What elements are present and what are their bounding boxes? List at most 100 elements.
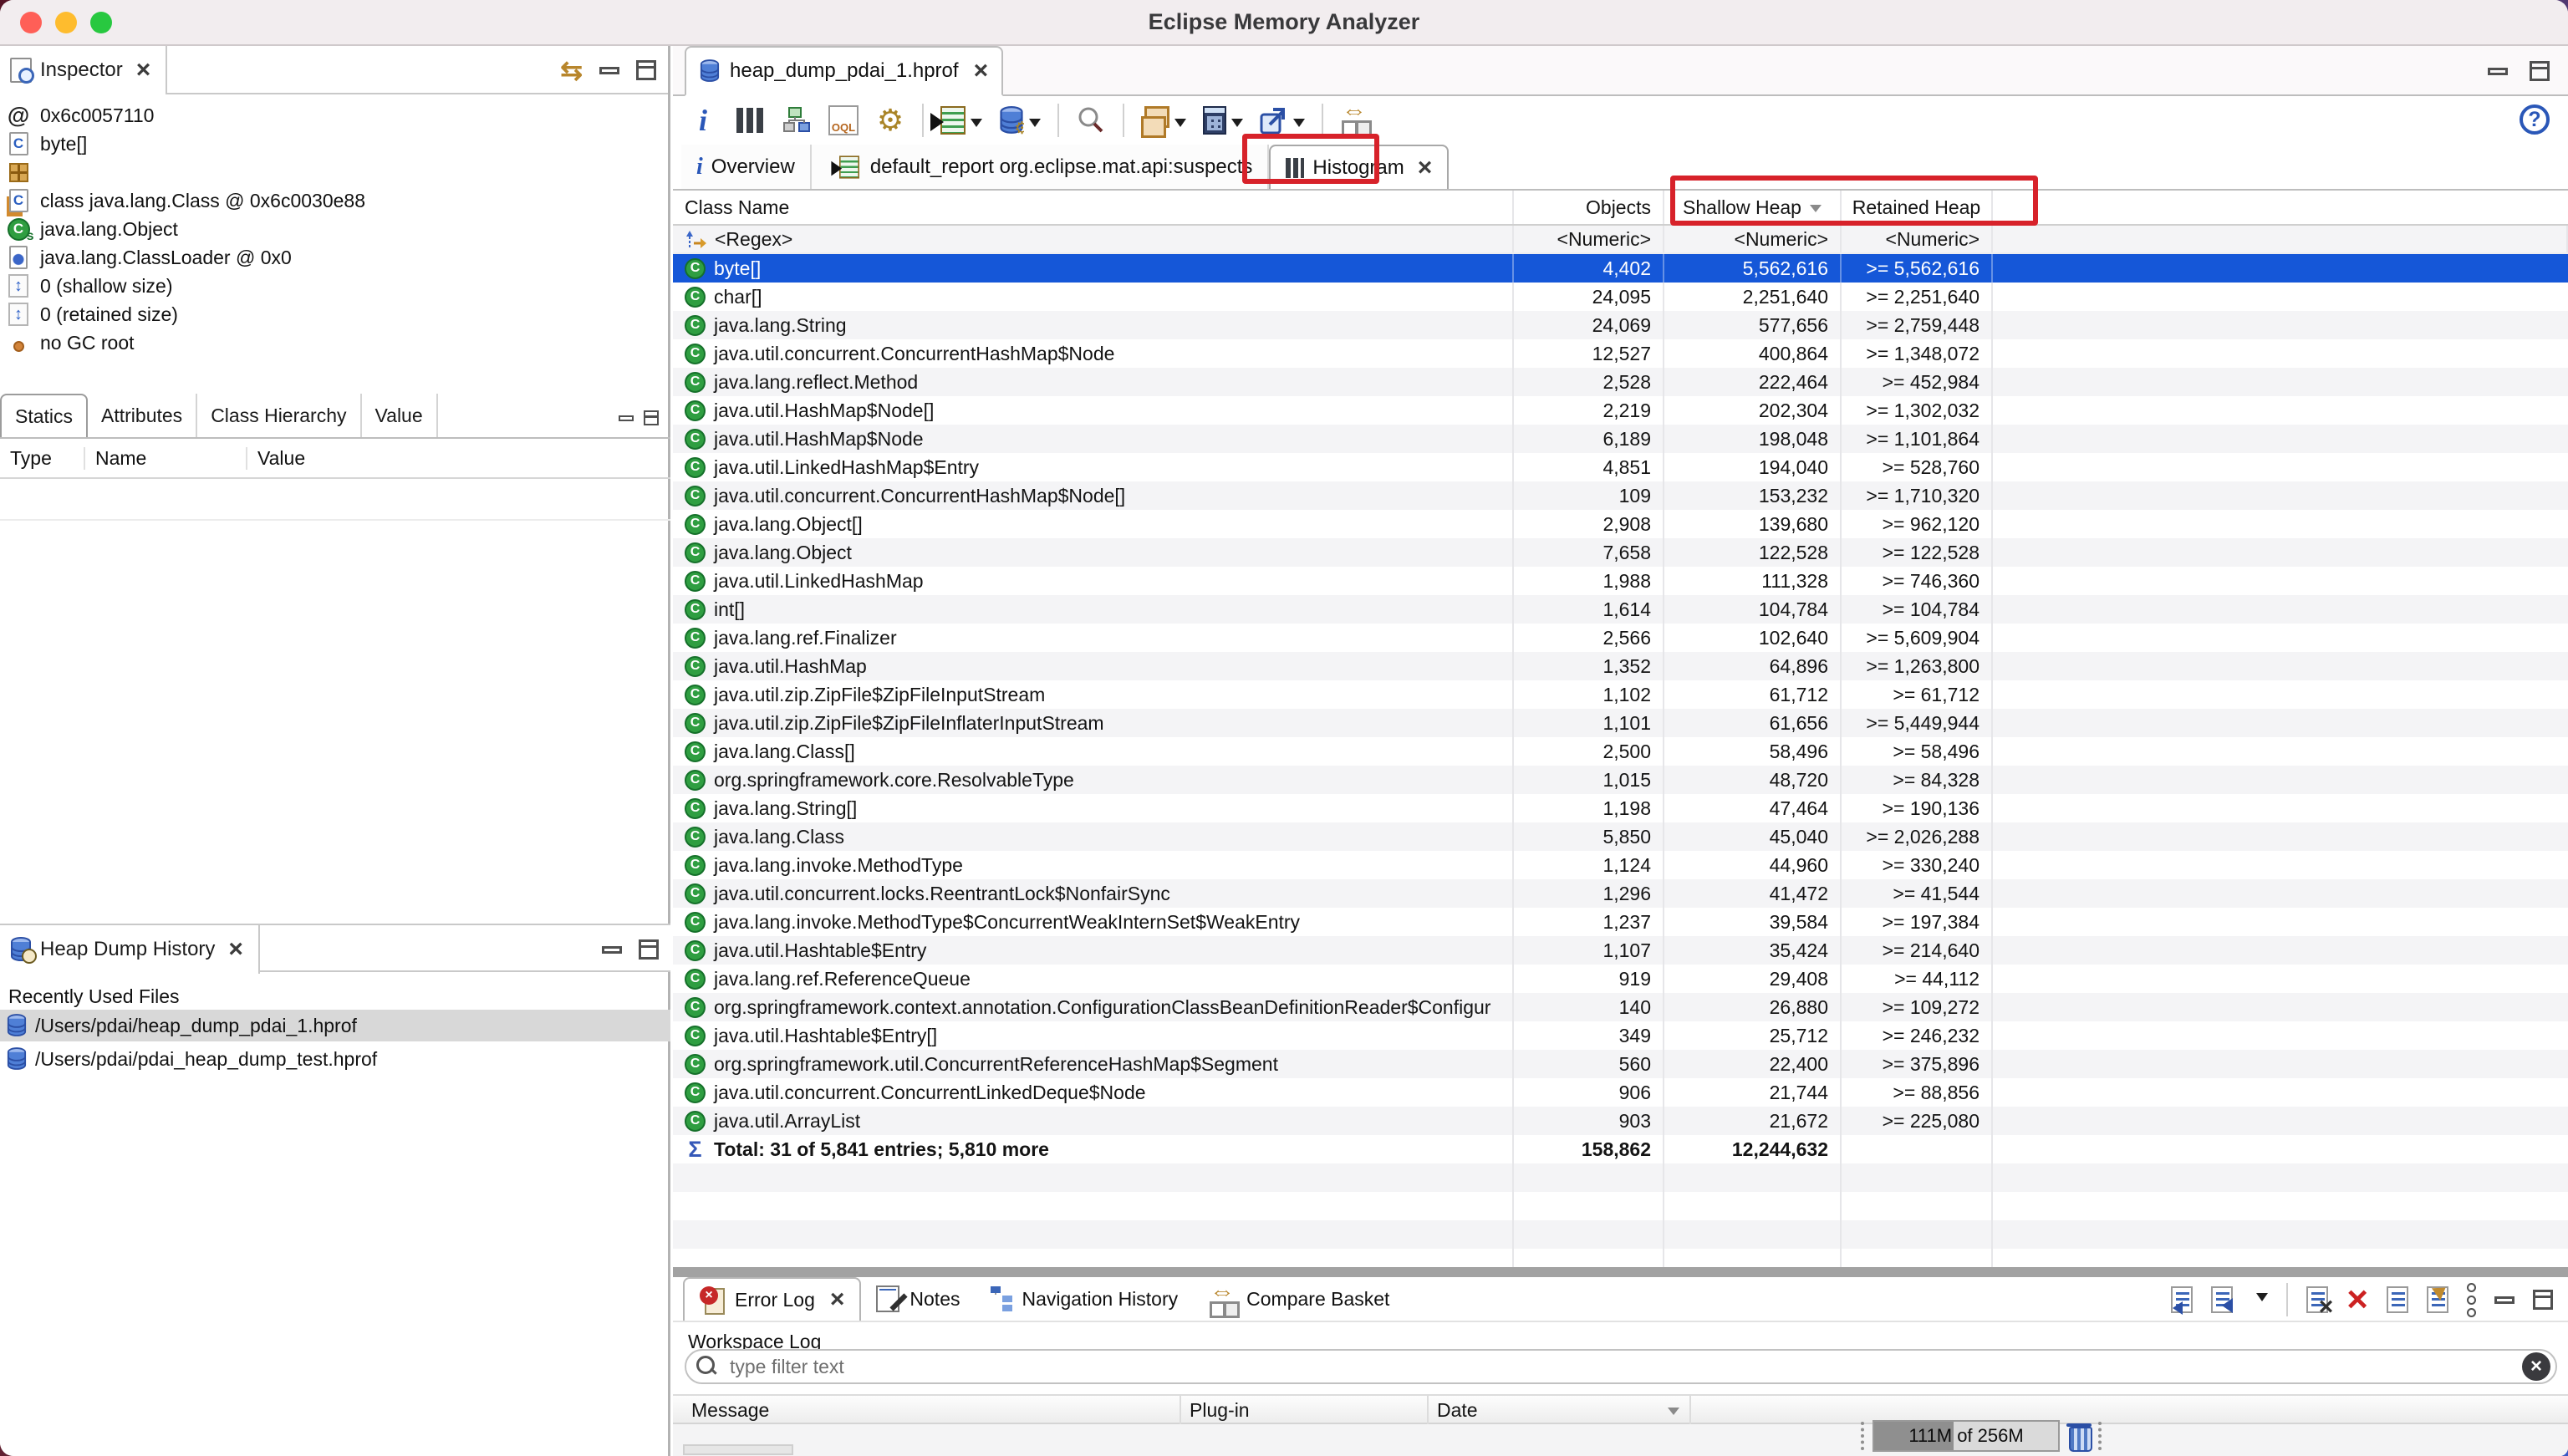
- maximize-view-icon[interactable]: [639, 939, 659, 960]
- tab-attributes[interactable]: Attributes: [88, 394, 197, 437]
- log-filter-input[interactable]: [685, 1349, 2557, 1384]
- col-message[interactable]: Message: [691, 1399, 769, 1422]
- col-objects[interactable]: Objects: [1514, 191, 1664, 224]
- tab-inspector[interactable]: Inspector ×: [0, 46, 167, 94]
- histogram-row[interactable]: Cjava.lang.String 24,069 577,656 >= 2,75…: [673, 311, 2568, 339]
- close-icon[interactable]: ×: [228, 937, 243, 962]
- inspector-item[interactable]: Cs java.lang.Object: [7, 215, 668, 243]
- group-result-icon[interactable]: [1141, 103, 1186, 138]
- tab-heap-dump-history[interactable]: Heap Dump History ×: [0, 925, 260, 974]
- histogram-row[interactable]: Cjava.util.LinkedHashMap$Entry 4,851 194…: [673, 453, 2568, 481]
- histogram-row[interactable]: Cint[] 1,614 104,784 >= 104,784: [673, 595, 2568, 624]
- histogram-row[interactable]: Corg.springframework.util.ConcurrentRefe…: [673, 1050, 2568, 1078]
- export-log-icon[interactable]: [2211, 1286, 2233, 1313]
- search-icon[interactable]: [1076, 103, 1106, 138]
- inspector-item[interactable]: ↕ 0 (retained size): [7, 300, 668, 328]
- histogram-row[interactable]: Cjava.util.HashMap$Node[] 2,219 202,304 …: [673, 396, 2568, 425]
- histogram-row[interactable]: Cjava.util.LinkedHashMap 1,988 111,328 >…: [673, 567, 2568, 595]
- link-with-editor-icon[interactable]: ⇆: [560, 54, 583, 86]
- total-row[interactable]: ΣTotal: 31 of 5,841 entries; 5,810 more …: [673, 1135, 2568, 1163]
- dropdown-arrow-icon[interactable]: [2256, 1293, 2268, 1307]
- regex-filter[interactable]: <Regex>: [715, 228, 792, 251]
- maximize-panel-icon[interactable]: [2533, 1290, 2553, 1310]
- histogram-row[interactable]: Cjava.lang.invoke.MethodType 1,124 44,96…: [673, 851, 2568, 879]
- histogram-row[interactable]: Cjava.util.Hashtable$Entry 1,107 35,424 …: [673, 936, 2568, 965]
- tab-default-report[interactable]: default_report org.eclipse.mat.api:suspe…: [812, 145, 1270, 189]
- histogram-row[interactable]: Cjava.util.concurrent.ConcurrentHashMap$…: [673, 481, 2568, 510]
- inspector-item[interactable]: @ 0x6c0057110: [7, 101, 668, 130]
- histogram-row[interactable]: Cjava.lang.Object 7,658 122,528 >= 122,5…: [673, 538, 2568, 567]
- inspector-item[interactable]: java.lang.ClassLoader @ 0x0: [7, 243, 668, 272]
- numeric-filter[interactable]: <Numeric>: [1842, 226, 1993, 252]
- minimize-view-icon[interactable]: [599, 67, 619, 74]
- close-icon[interactable]: ×: [974, 59, 989, 84]
- inspector-item[interactable]: C class java.lang.Class @ 0x6c0030e88: [7, 186, 668, 215]
- histogram-row[interactable]: Cjava.lang.ref.Finalizer 2,566 102,640 >…: [673, 624, 2568, 652]
- tab-error-log[interactable]: × Error Log ×: [683, 1277, 861, 1321]
- histogram-row[interactable]: Cjava.lang.reflect.Method 2,528 222,464 …: [673, 368, 2568, 396]
- filter-row[interactable]: <Regex> <Numeric> <Numeric> <Numeric>: [673, 226, 2568, 254]
- minimize-view-icon[interactable]: [602, 946, 622, 954]
- tab-statics[interactable]: Statics: [0, 394, 88, 437]
- histogram-row[interactable]: Cjava.lang.Object[] 2,908 139,680 >= 962…: [673, 510, 2568, 538]
- view-menu-icon[interactable]: [2467, 1283, 2476, 1317]
- calculator-icon[interactable]: [1203, 103, 1243, 138]
- numeric-filter[interactable]: <Numeric>: [1664, 226, 1842, 252]
- close-window-button[interactable]: [20, 12, 42, 33]
- histogram-row[interactable]: Cjava.util.Hashtable$Entry[] 349 25,712 …: [673, 1021, 2568, 1050]
- minimize-editor-icon[interactable]: [2488, 68, 2508, 75]
- run-report-gear-icon[interactable]: ⚙: [875, 103, 905, 138]
- numeric-filter[interactable]: <Numeric>: [1514, 226, 1664, 252]
- maximize-editor-icon[interactable]: [2530, 61, 2550, 81]
- recent-file-item[interactable]: /Users/pdai/pdai_heap_dump_test.hprof: [0, 1043, 670, 1075]
- histogram-row[interactable]: Corg.springframework.core.ResolvableType…: [673, 766, 2568, 794]
- inspector-item[interactable]: C byte[]: [7, 130, 668, 158]
- horizontal-scrollbar[interactable]: [673, 1267, 2568, 1277]
- col-date[interactable]: Date: [1437, 1399, 1478, 1422]
- tab-navigation-history[interactable]: Navigation History: [976, 1277, 1194, 1321]
- histogram-row[interactable]: Cbyte[] 4,402 5,562,616 >= 5,562,616: [673, 254, 2568, 283]
- histogram-row[interactable]: Corg.springframework.context.annotation.…: [673, 993, 2568, 1021]
- inspector-item[interactable]: [7, 158, 668, 186]
- overview-info-icon[interactable]: i: [688, 103, 718, 138]
- run-query-icon[interactable]: [940, 103, 982, 138]
- tab-class-hierarchy[interactable]: Class Hierarchy: [197, 394, 361, 437]
- inspector-item[interactable]: no GC root: [7, 328, 668, 357]
- drag-handle[interactable]: [1861, 1422, 1866, 1450]
- col-plugin[interactable]: Plug-in: [1190, 1399, 1250, 1422]
- histogram-icon[interactable]: [735, 103, 765, 138]
- histogram-row[interactable]: Cjava.util.ArrayList 903 21,672 >= 225,0…: [673, 1107, 2568, 1135]
- inspector-item[interactable]: ↕ 0 (shallow size): [7, 272, 668, 300]
- col-class-name[interactable]: Class Name: [673, 191, 1514, 224]
- import-log-icon[interactable]: [2171, 1286, 2193, 1313]
- tab-compare-basket[interactable]: ⇔ Compare Basket: [1193, 1277, 1404, 1321]
- tab-histogram[interactable]: Histogram ×: [1269, 145, 1449, 189]
- tab-overview[interactable]: i Overview: [681, 145, 812, 189]
- tab-notes[interactable]: Notes: [861, 1277, 975, 1321]
- drag-handle[interactable]: [2098, 1422, 2103, 1450]
- col-retained-heap[interactable]: Retained Heap: [1842, 191, 1993, 224]
- histogram-row[interactable]: Cjava.lang.Class[] 2,500 58,496 >= 58,49…: [673, 737, 2568, 766]
- editor-tab-heap-dump[interactable]: heap_dump_pdai_1.hprof ×: [685, 46, 1003, 96]
- delete-log-icon[interactable]: ×: [2346, 1285, 2368, 1314]
- histogram-row[interactable]: Cjava.util.HashMap$Node 6,189 198,048 >=…: [673, 425, 2568, 453]
- log-horizontal-scrollbar[interactable]: [683, 1444, 793, 1455]
- histogram-row[interactable]: Cjava.util.HashMap 1,352 64,896 >= 1,263…: [673, 652, 2568, 680]
- histogram-row[interactable]: Cjava.util.zip.ZipFile$ZipFileInputStrea…: [673, 680, 2568, 709]
- close-icon[interactable]: ×: [136, 58, 151, 83]
- histogram-row[interactable]: Cchar[] 24,095 2,251,640 >= 2,251,640: [673, 283, 2568, 311]
- histogram-row[interactable]: Cjava.util.concurrent.ConcurrentLinkedDe…: [673, 1078, 2568, 1107]
- tab-value[interactable]: Value: [362, 394, 438, 437]
- histogram-row[interactable]: Cjava.lang.Class 5,850 45,040 >= 2,026,2…: [673, 822, 2568, 851]
- maximize-section-icon[interactable]: [644, 410, 659, 425]
- histogram-row[interactable]: Cjava.util.concurrent.locks.ReentrantLoc…: [673, 879, 2568, 908]
- histogram-row[interactable]: Cjava.util.zip.ZipFile$ZipFileInflaterIn…: [673, 709, 2568, 737]
- histogram-row[interactable]: Cjava.lang.invoke.MethodType$ConcurrentW…: [673, 908, 2568, 936]
- minimize-section-icon[interactable]: [619, 415, 634, 421]
- open-log-icon[interactable]: [2387, 1286, 2408, 1313]
- histogram-row[interactable]: Cjava.util.concurrent.ConcurrentHashMap$…: [673, 339, 2568, 368]
- minimize-panel-icon[interactable]: [2494, 1296, 2514, 1304]
- minimize-window-button[interactable]: [55, 12, 77, 33]
- close-icon[interactable]: ×: [1418, 155, 1433, 181]
- histogram-row[interactable]: Cjava.lang.String[] 1,198 47,464 >= 190,…: [673, 794, 2568, 822]
